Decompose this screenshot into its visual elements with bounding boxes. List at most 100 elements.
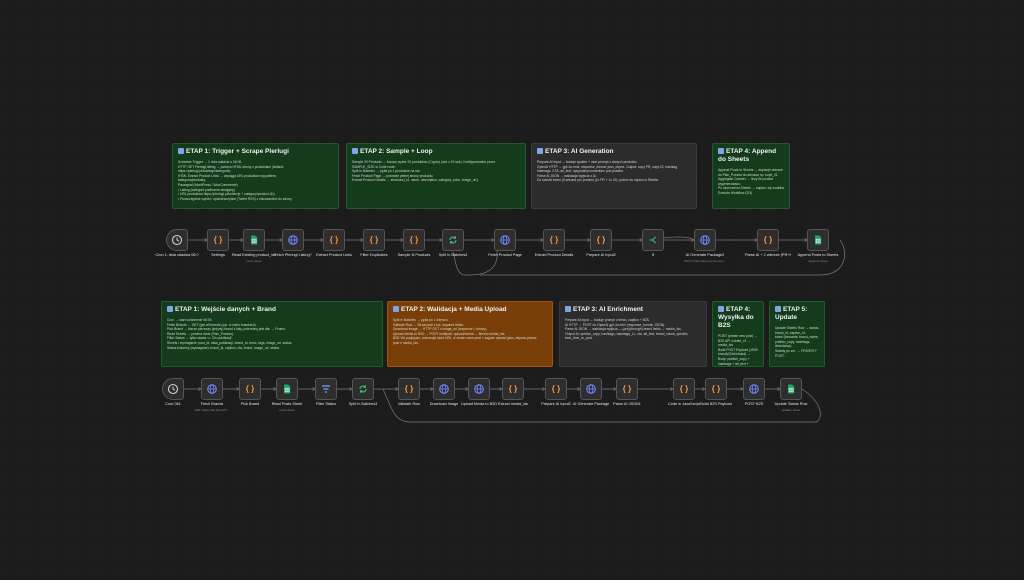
row2_nodes-node-9[interactable]: [468, 378, 490, 400]
node-subtitle: update: sheet: [781, 408, 801, 412]
row2_nodes-node-7[interactable]: [398, 378, 420, 400]
note-title-text: ETAP 1: Wejście danych + Brand: [175, 306, 276, 313]
loop-icon: [447, 234, 459, 246]
code-icon: [403, 383, 415, 395]
note-title: ETAP 3: AI Generation: [537, 148, 691, 156]
node-subtitle: POST: https://api.openai.com/...: [683, 259, 727, 263]
note-line: POST.: [775, 353, 785, 358]
note-emoji-icon: [167, 306, 173, 312]
node-label: Extract Product Details: [534, 253, 574, 257]
row2_notes-note-5[interactable]: ETAP 5: Update Update Sheets Row → status…: [769, 301, 825, 367]
node-label: Fetch Plerlugi Listing?: [274, 253, 312, 257]
code-icon: [328, 234, 340, 246]
node-subtitle: GET: https://api.brand.fr/...: [194, 408, 230, 412]
row1_nodes-node-10[interactable]: [543, 229, 565, 251]
row1_nodes-node-14[interactable]: [757, 229, 779, 251]
note-emoji-icon: [718, 306, 724, 312]
sheets-icon: [785, 383, 797, 395]
note-line: Execute Workflow (3/3): [718, 190, 753, 195]
note-line: best_time_to_post.: [565, 336, 593, 341]
note-emoji-icon: [393, 306, 399, 312]
row1_notes-note-2[interactable]: ETAP 2: Sample + Loop Sample 20 Products …: [346, 143, 526, 209]
note-title: ETAP 1: Wejście danych + Brand: [167, 306, 377, 314]
code-icon: [678, 383, 690, 395]
sheets-icon: [248, 234, 260, 246]
note-title-text: ETAP 4: Append do Sheets: [718, 148, 777, 163]
note-title: ETAP 2: Sample + Loop: [352, 148, 520, 156]
globe-icon: [206, 383, 218, 395]
note-emoji-icon: [178, 148, 184, 154]
note-emoji-icon: [718, 148, 724, 154]
note-title: ETAP 4: Wysyłka do B2S: [718, 306, 758, 330]
code-icon: [621, 383, 633, 395]
row2_nodes-node-14[interactable]: [673, 378, 695, 400]
row1_nodes-node-6[interactable]: [363, 229, 385, 251]
row2_nodes-node-4[interactable]: [276, 378, 298, 400]
row2_nodes-node-5[interactable]: [315, 378, 337, 400]
row2_nodes-node-3[interactable]: [239, 378, 261, 400]
row1_nodes-node-11[interactable]: [590, 229, 612, 251]
row1_nodes-node-5[interactable]: [323, 229, 345, 251]
note-line: Statuty po zm. → PRIORITY: [775, 348, 817, 353]
row1_nodes-node-15[interactable]: [807, 229, 829, 251]
code-icon: [595, 234, 607, 246]
row2_nodes-node-10[interactable]: [502, 378, 524, 400]
node-label: Split In Batches3: [348, 402, 378, 406]
row2_nodes-node-6[interactable]: [352, 378, 374, 400]
row1_nodes-node-13[interactable]: [694, 229, 716, 251]
row1_nodes-node-1[interactable]: [166, 229, 188, 251]
row1_nodes-node-8[interactable]: [442, 229, 464, 251]
node-label: Split In Batches3: [438, 253, 468, 257]
row1_nodes-node-2[interactable]: [207, 229, 229, 251]
row2_nodes-node-12[interactable]: [580, 378, 602, 400]
node-label: AI Generate Package2: [685, 253, 725, 257]
row2_nodes-node-8[interactable]: [433, 378, 455, 400]
code-icon: [368, 234, 380, 246]
row1_notes-note-3[interactable]: ETAP 3: AI Generation Prepare AI Input → …: [531, 143, 697, 209]
note-emoji-icon: [537, 148, 543, 154]
connections-layer: [165, 236, 845, 423]
row1_nodes-node-7[interactable]: [403, 229, 425, 251]
note-line: brand_id + media_ids (=: [718, 366, 758, 367]
row1_nodes-node-9[interactable]: [494, 229, 516, 251]
row2_nodes-node-16[interactable]: [743, 378, 765, 400]
row2_notes-note-3[interactable]: ETAP 3: AI Enrichment Prepare AI Input → …: [559, 301, 707, 367]
note-line: Append Posts to Sheets → dopisuje wiersz…: [718, 168, 783, 172]
sheets-icon: [812, 234, 824, 246]
node-label: Parse AI JSON1: [613, 402, 641, 406]
sheets-icon: [281, 383, 293, 395]
row2_nodes-node-13[interactable]: [616, 378, 638, 400]
note-line: Sample 20 Products → losowy wybór 20 pro…: [352, 160, 496, 164]
row1_nodes-node-12[interactable]: [642, 229, 664, 251]
row2_nodes-node-15[interactable]: [705, 378, 727, 400]
node-label: If: [651, 253, 655, 257]
row2_nodes-node-2[interactable]: [201, 378, 223, 400]
row2_notes-note-2[interactable]: ETAP 2: Walidacja + Media Upload Split In…: [387, 301, 553, 367]
loop-icon: [357, 383, 369, 395]
row2_nodes-node-11[interactable]: [545, 378, 567, 400]
row1_nodes-node-4[interactable]: [282, 229, 304, 251]
note-emoji-icon: [565, 306, 571, 312]
globe-icon: [585, 383, 597, 395]
code-icon: [244, 383, 256, 395]
globe-icon: [748, 383, 760, 395]
row2_notes-note-1[interactable]: ETAP 1: Wejście danych + Brand Cron → sta…: [161, 301, 383, 367]
row2_notes-note-4[interactable]: ETAP 4: Wysyłka do B2S POST (create new p…: [712, 301, 764, 367]
node-label: Update Status Row: [774, 402, 808, 406]
row1_notes-note-1[interactable]: ETAP 1: Trigger + Scrape Plerlugi Schedul…: [172, 143, 339, 209]
clock-icon: [167, 383, 179, 395]
note-title-text: ETAP 1: Trigger + Scrape Plerlugi: [186, 148, 289, 155]
globe-icon: [438, 383, 450, 395]
if-icon: [647, 234, 659, 246]
code-icon: [408, 234, 420, 246]
row2_nodes-node-17[interactable]: [780, 378, 802, 400]
row1_notes-note-4[interactable]: ETAP 4: Append do Sheets Append Posts to …: [712, 143, 790, 209]
row2_nodes-node-1[interactable]: [162, 378, 184, 400]
node-subtitle: read: sheet: [246, 259, 262, 263]
note-title-text: ETAP 2: Sample + Loop: [360, 148, 433, 155]
note-line: Extract Product Details → struktura { id…: [352, 178, 479, 183]
note-title-text: ETAP 3: AI Generation: [545, 148, 614, 155]
row1_nodes-node-3[interactable]: [243, 229, 265, 251]
node-label: Cron 1: dnia zdadzia 06:?: [155, 253, 199, 257]
note-line: Do sciezki trzeci (5 sekund per produkt …: [537, 178, 659, 183]
